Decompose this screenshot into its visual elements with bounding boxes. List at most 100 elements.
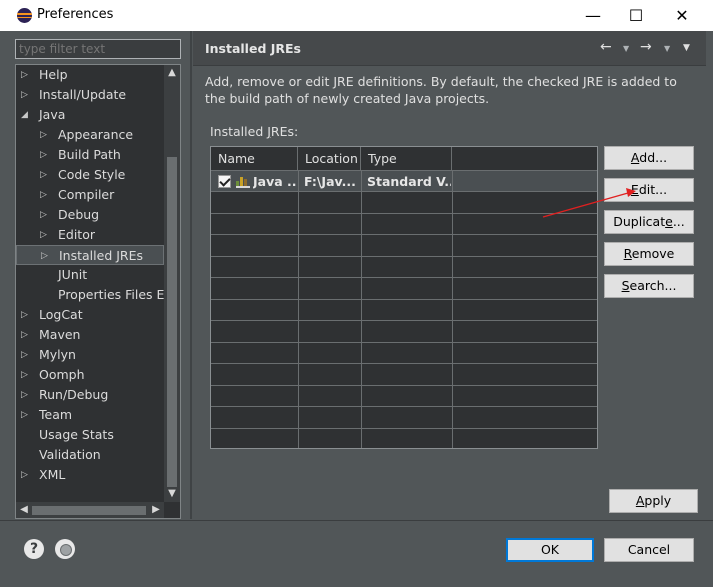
tree-collapsed-icon[interactable]: ▷ xyxy=(40,165,47,185)
tree-item-label: JUnit xyxy=(58,267,88,282)
tree-collapsed-icon[interactable]: ▷ xyxy=(40,185,47,205)
filter-input[interactable] xyxy=(16,40,180,58)
tree-collapsed-icon[interactable]: ▷ xyxy=(21,305,28,325)
installed-jres-label: Installed JREs: xyxy=(210,124,298,139)
forward-arrow-icon[interactable]: → xyxy=(640,39,652,55)
edit-button[interactable]: Edit... xyxy=(604,178,694,202)
tree-item-label: Editor xyxy=(58,227,95,242)
tree-item-label: Mylyn xyxy=(39,347,76,362)
scroll-right-icon[interactable]: ▶ xyxy=(148,502,164,518)
scroll-thumb[interactable] xyxy=(32,506,146,515)
panel-sash[interactable] xyxy=(190,31,192,519)
tree-item[interactable]: ▷ Mylyn xyxy=(16,345,180,365)
apply-button[interactable]: Apply xyxy=(609,489,698,513)
view-menu-icon[interactable]: ▼ xyxy=(683,43,690,53)
preferences-dialog: ▷ Help ▷ Install/Update ◢ Java ▷ Appearance ▷ Bui… xyxy=(0,31,713,587)
tree-item[interactable]: ▷ Installed JREs xyxy=(16,245,164,265)
tree-item[interactable]: ▷ Help xyxy=(16,65,180,85)
table-empty-row xyxy=(211,193,597,214)
tree-item[interactable]: ▷ Editor xyxy=(16,225,180,245)
close-button[interactable]: ✕ xyxy=(659,0,705,31)
tree-item[interactable]: ▷ Oomph xyxy=(16,365,180,385)
table-empty-row xyxy=(211,343,597,364)
tree-item-label: XML xyxy=(39,467,66,482)
tree-collapsed-icon[interactable]: ▷ xyxy=(40,145,47,165)
tree-item[interactable]: ▷ Run/Debug xyxy=(16,385,180,405)
duplicate-button[interactable]: Duplicate... xyxy=(604,210,694,234)
back-arrow-icon[interactable]: ← xyxy=(600,39,612,55)
tree-item-label: Usage Stats xyxy=(39,427,114,442)
column-header-type[interactable]: Type xyxy=(361,147,452,171)
tree-item[interactable]: ▷ Debug xyxy=(16,205,180,225)
tree-item-label: Java xyxy=(39,107,66,122)
table-empty-row xyxy=(211,429,597,448)
table-empty-row xyxy=(211,236,597,257)
tree-item[interactable]: ▷ Maven xyxy=(16,325,180,345)
import-export-icon[interactable] xyxy=(55,539,75,559)
tree-item-label: Properties Files Ed xyxy=(58,287,173,302)
tree-collapsed-icon[interactable]: ▷ xyxy=(41,246,48,266)
back-dropdown-icon[interactable]: ▼ xyxy=(623,44,629,53)
help-icon[interactable]: ? xyxy=(24,539,44,559)
scroll-left-icon[interactable]: ◀ xyxy=(16,502,32,518)
cancel-button[interactable]: Cancel xyxy=(604,538,694,562)
tree-item[interactable]: ▷ Team xyxy=(16,405,180,425)
title-bar: Preferences — ☐ ✕ xyxy=(0,0,713,31)
tree-item[interactable]: ▷ Appearance xyxy=(16,125,180,145)
tree-item[interactable]: Usage Stats xyxy=(16,425,180,445)
tree-collapsed-icon[interactable]: ▷ xyxy=(21,465,28,485)
tree-item[interactable]: ▷ Compiler xyxy=(16,185,180,205)
add-button[interactable]: Add... xyxy=(604,146,694,170)
tree-item-label: Compiler xyxy=(58,187,115,202)
tree-collapsed-icon[interactable]: ▷ xyxy=(21,325,28,345)
tree-item-label: Debug xyxy=(58,207,100,222)
tree-collapsed-icon[interactable]: ▷ xyxy=(21,385,28,405)
column-header-name[interactable]: Name xyxy=(211,147,298,171)
tree-item[interactable]: ▷ Code Style xyxy=(16,165,180,185)
tree-horizontal-scrollbar[interactable]: ◀ ▶ xyxy=(16,502,164,518)
table-empty-row xyxy=(211,365,597,386)
tree-item-label: Installed JREs xyxy=(59,248,144,263)
forward-dropdown-icon[interactable]: ▼ xyxy=(664,44,670,53)
tree-collapsed-icon[interactable]: ▷ xyxy=(21,365,28,385)
tree-collapsed-icon[interactable]: ▷ xyxy=(40,125,47,145)
tree-item[interactable]: ▷ XML xyxy=(16,465,180,485)
scroll-thumb[interactable] xyxy=(167,157,177,487)
label-suffix: REs: xyxy=(270,124,299,139)
button-bar-separator xyxy=(0,520,713,521)
tree-expanded-icon[interactable]: ◢ xyxy=(21,105,28,125)
jre-name-cell: Java ... xyxy=(253,174,297,189)
tree-item[interactable]: JUnit xyxy=(16,265,180,285)
column-divider xyxy=(361,171,362,448)
tree-item[interactable]: ▷ Build Path xyxy=(16,145,180,165)
tree-collapsed-icon[interactable]: ▷ xyxy=(40,225,47,245)
window-title: Preferences xyxy=(37,7,114,22)
tree-item[interactable]: Properties Files Ed xyxy=(16,285,180,305)
table-row[interactable]: Java ... F:\Jav... Standard V... xyxy=(211,171,597,192)
tree-collapsed-icon[interactable]: ▷ xyxy=(21,85,28,105)
search-button[interactable]: Search... xyxy=(604,274,694,298)
table-empty-row xyxy=(211,279,597,300)
default-jre-checkbox[interactable] xyxy=(218,175,231,188)
tree-collapsed-icon[interactable]: ▷ xyxy=(21,345,28,365)
scroll-up-icon[interactable]: ▲ xyxy=(164,65,180,81)
tree-item-label: Code Style xyxy=(58,167,126,182)
tree-item-label: Team xyxy=(39,407,73,422)
tree-item[interactable]: ▷ Install/Update xyxy=(16,85,180,105)
remove-button[interactable]: Remove xyxy=(604,242,694,266)
page-description: Add, remove or edit JRE definitions. By … xyxy=(205,74,677,106)
tree-item[interactable]: ◢ Java xyxy=(16,105,180,125)
maximize-button[interactable]: ☐ xyxy=(613,0,659,31)
scroll-down-icon[interactable]: ▼ xyxy=(164,486,180,502)
tree-collapsed-icon[interactable]: ▷ xyxy=(21,65,28,85)
tree-item[interactable]: Validation xyxy=(16,445,180,465)
tree-collapsed-icon[interactable]: ▷ xyxy=(40,205,47,225)
ok-button[interactable]: OK xyxy=(506,538,594,562)
tree-vertical-scrollbar[interactable]: ▲ ▼ xyxy=(164,65,180,502)
tree-item[interactable]: ▷ LogCat xyxy=(16,305,180,325)
tree-item-label: Install/Update xyxy=(39,87,127,102)
minimize-button[interactable]: — xyxy=(570,0,616,31)
tree-collapsed-icon[interactable]: ▷ xyxy=(21,405,28,425)
column-header-location[interactable]: Location xyxy=(298,147,361,171)
tree-item-label: Help xyxy=(39,67,68,82)
